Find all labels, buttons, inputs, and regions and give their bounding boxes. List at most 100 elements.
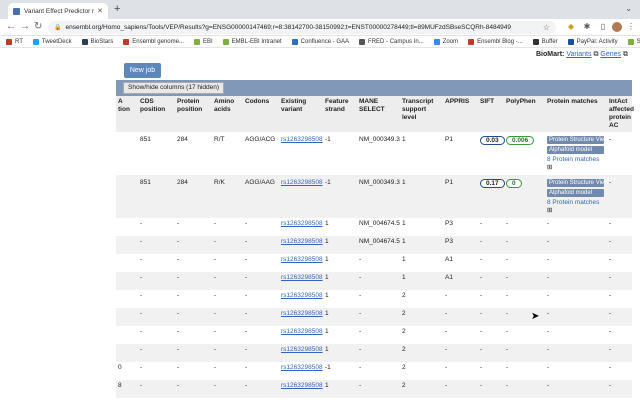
cell-value: - — [359, 256, 362, 263]
cell-value: - — [480, 328, 483, 335]
bookmark-item[interactable]: PayPal: Activity — [567, 38, 618, 45]
protein-structure-view-button[interactable]: Protein Structure View — [547, 179, 609, 187]
browser-tab[interactable]: Variant Effect Predictor results ✕ — [8, 3, 108, 19]
extension-icon[interactable]: ◆ — [566, 22, 576, 32]
existing-variant-link[interactable]: rs1263298508 — [281, 274, 323, 281]
existing-variant-link[interactable]: rs1263298508 — [281, 292, 323, 299]
cell-value: - — [359, 328, 362, 335]
table-row: 8 - - - - rs1263298508 1 - 2 - - - - - — [116, 380, 632, 398]
column-header[interactable]: A tion — [116, 96, 138, 132]
biomart-variants-link[interactable]: Variants — [566, 51, 591, 58]
existing-variant-link[interactable]: rs1263298508 — [281, 136, 323, 143]
column-header[interactable]: Codons — [243, 96, 279, 132]
bookmark-item[interactable]: EBI — [193, 38, 213, 45]
column-header[interactable]: Feature strand — [323, 96, 357, 132]
new-tab-icon[interactable]: + — [114, 3, 120, 15]
new-job-button[interactable]: New job — [124, 63, 161, 78]
protein-matches-link[interactable]: 8 Protein matches — [547, 156, 599, 163]
bookmark-item[interactable]: TweetDeck — [32, 38, 72, 45]
column-header[interactable]: PolyPhen — [504, 96, 545, 132]
cell-value: - — [480, 274, 483, 281]
protein-structure-view-button[interactable]: Protein Structure View — [547, 136, 609, 144]
bookmark-item[interactable]: Ensembl genome... — [123, 38, 184, 45]
url-text[interactable]: ensembl.org/Homo_sapiens/Tools/VEP/Resul… — [65, 24, 542, 31]
table-row: - - - - rs1263298508 1-1 A1- - - - — [116, 272, 632, 290]
expand-icon[interactable]: ⊞ — [547, 207, 552, 214]
table-cell: - — [357, 380, 400, 398]
close-tab-icon[interactable]: ✕ — [97, 7, 103, 15]
existing-variant-link[interactable]: rs1263298508 — [281, 346, 323, 353]
column-header[interactable]: Protein position — [175, 96, 212, 132]
biomart-genes-link[interactable]: Genes — [600, 51, 621, 58]
cell-value: P1 — [445, 136, 453, 143]
forward-icon[interactable]: → — [20, 21, 30, 32]
cell-value: - — [506, 328, 509, 335]
table-cell: A1 — [443, 272, 478, 290]
bookmark-label: Zoom — [442, 38, 459, 45]
cell-value: 1 — [325, 220, 329, 227]
column-header[interactable]: SIFT — [478, 96, 504, 132]
bookmark-item[interactable]: Zoom — [433, 38, 459, 45]
cell-value: - — [609, 220, 612, 227]
table-cell: 0.17 — [478, 175, 505, 218]
reload-icon[interactable]: ↻ — [34, 21, 42, 32]
column-header[interactable]: APPRIS — [443, 96, 478, 132]
column-header[interactable]: MANE SELECT — [357, 96, 400, 132]
browser-menu-icon[interactable]: ⋮ — [626, 22, 636, 32]
tab-search-icon[interactable]: ⌄ — [625, 4, 632, 13]
bookmark-icon — [627, 38, 634, 45]
table-cell: 2 — [400, 380, 443, 398]
bookmark-item[interactable]: SAP — [627, 38, 640, 45]
cell-value: - — [245, 328, 248, 335]
existing-variant-link[interactable]: rs1263298508 — [281, 238, 323, 245]
bookmark-item[interactable]: Confluence - GAA — [291, 38, 349, 45]
show-hide-columns-button[interactable]: Show/hide columns (17 hidden) — [123, 82, 225, 94]
bookmark-item[interactable]: Buffer — [532, 38, 558, 45]
back-icon[interactable]: ← — [6, 21, 16, 32]
cell-value: - — [609, 179, 612, 186]
table-cell: - — [607, 380, 632, 398]
alphafold-model-button[interactable]: Alphafold model — [547, 189, 604, 197]
column-header[interactable]: Existing variant — [279, 96, 323, 132]
cell-value: P3 — [445, 238, 453, 245]
sidebar-icon[interactable]: ▯ — [598, 22, 608, 32]
bookmarks-bar: RT TweetDeck BioStars Ensembl genome... EBI E… — [0, 36, 640, 48]
table-cell: - — [243, 290, 279, 308]
bookmark-star-icon[interactable]: ☆ — [543, 23, 550, 32]
column-header[interactable]: CDS position — [138, 96, 175, 132]
cell-value: NM_000349.3 — [359, 136, 400, 143]
table-cell: - — [212, 218, 243, 236]
address-bar[interactable]: 🔒 ensembl.org/Homo_sapiens/Tools/VEP/Res… — [48, 21, 556, 34]
cell-value: - — [214, 292, 217, 299]
bookmark-item[interactable]: FRED - Campus In... — [359, 38, 424, 45]
table-cell: - — [212, 344, 243, 362]
extensions-puzzle-icon[interactable]: ✱ — [582, 22, 592, 32]
table-cell: - — [243, 362, 279, 380]
protein-matches-link[interactable]: 8 Protein matches — [547, 199, 599, 206]
browser-toolbar: ← → ↻ 🔒 ensembl.org/Homo_sapiens/Tools/V… — [0, 19, 640, 36]
table-cell: rs1263298508 — [279, 218, 323, 236]
existing-variant-link[interactable]: rs1263298508 — [281, 364, 323, 371]
bookmark-item[interactable]: BioStars — [81, 38, 113, 45]
cell-value: - — [245, 220, 248, 227]
bookmark-item[interactable]: EMBL-EBI Intranet — [222, 38, 282, 45]
column-header[interactable]: IntAct affected protein AC — [607, 96, 634, 132]
profile-avatar[interactable] — [612, 22, 622, 32]
bookmark-item[interactable]: Ensembl Blog -... — [468, 38, 523, 45]
column-header[interactable]: Amino acids — [212, 96, 243, 132]
existing-variant-link[interactable]: rs1263298508 — [281, 310, 323, 317]
existing-variant-link[interactable]: rs1263298508 — [281, 220, 323, 227]
bookmark-item[interactable]: RT — [6, 38, 23, 45]
existing-variant-link[interactable]: rs1263298508 — [281, 382, 323, 389]
column-header[interactable]: Transcript support level — [400, 96, 443, 132]
table-cell: 1 — [400, 254, 443, 272]
table-cell: - — [478, 380, 504, 398]
existing-variant-link[interactable]: rs1263298508 — [281, 179, 323, 186]
table-cell: rs1263298508 — [279, 254, 323, 272]
column-header[interactable]: Protein matches — [545, 96, 607, 132]
existing-variant-link[interactable]: rs1263298508 — [281, 328, 323, 335]
existing-variant-link[interactable]: rs1263298508 — [281, 256, 323, 263]
alphafold-model-button[interactable]: Alphafold model — [547, 146, 604, 154]
expand-icon[interactable]: ⊞ — [547, 164, 552, 171]
table-cell — [116, 326, 138, 344]
